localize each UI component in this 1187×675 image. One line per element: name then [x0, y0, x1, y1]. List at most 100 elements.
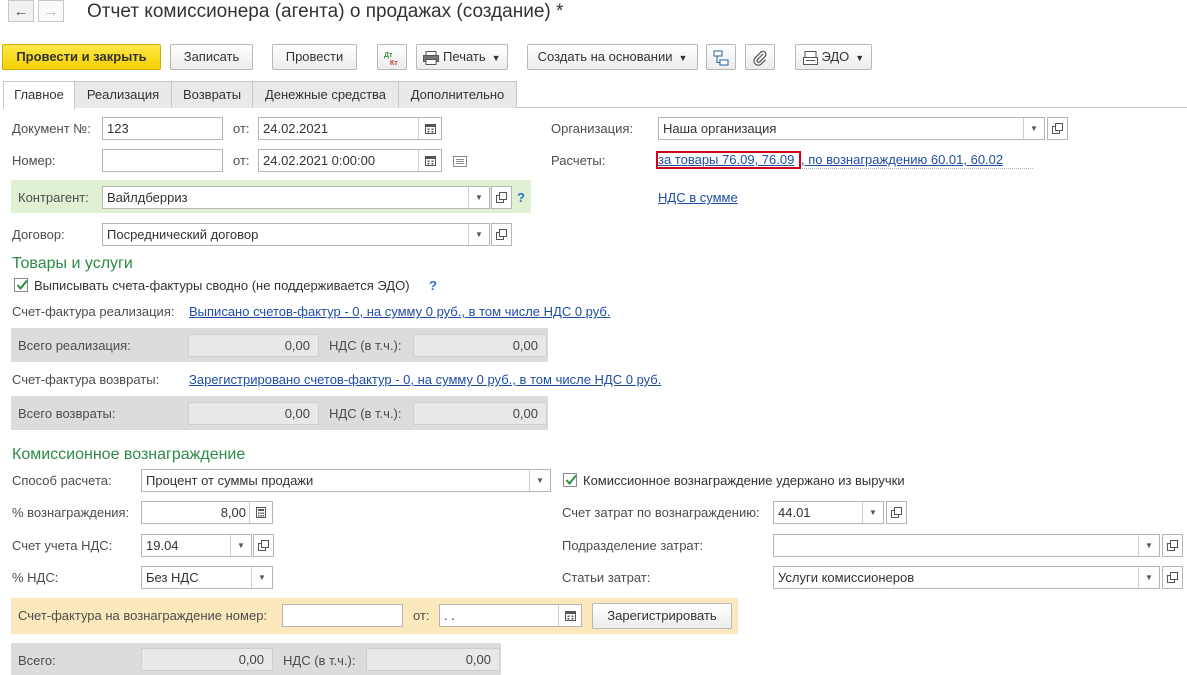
invoice-no-input[interactable]	[282, 604, 403, 627]
chevron-down-icon[interactable]: ▼	[862, 502, 883, 523]
goods-section-title: Товары и услуги	[12, 255, 133, 272]
chevron-down-icon: ▼	[678, 52, 688, 63]
consolidated-checkbox[interactable]	[14, 278, 28, 292]
returns-invoice-label: Счет-фактура возвраты:	[12, 372, 160, 387]
datetime-input[interactable]: 24.02.2021 0:00:00	[258, 149, 442, 172]
returns-invoice-link[interactable]: Зарегистрировано счетов-фактур - 0, на с…	[189, 372, 661, 388]
returns-vat-value: 0,00	[413, 402, 547, 425]
percent-input[interactable]: 8,00	[141, 501, 273, 524]
total-sales-label: Всего реализация:	[18, 338, 131, 353]
forward-arrow-icon[interactable]: →	[38, 0, 64, 22]
vat-account-label: Счет учета НДС:	[12, 538, 113, 553]
print-label: Печать	[443, 49, 486, 64]
counterparty-value: Вайлдберриз	[107, 190, 188, 205]
invoice-no-label: Счет-фактура на вознаграждение номер:	[18, 608, 268, 623]
sales-vat-label: НДС (в т.ч.):	[329, 338, 402, 353]
withheld-checkbox[interactable]	[563, 473, 577, 487]
open-icon[interactable]	[886, 501, 907, 524]
calculator-icon[interactable]	[249, 502, 272, 523]
sales-invoice-label: Счет-фактура реализация:	[12, 304, 175, 319]
edo-button[interactable]: ЭДО ▼	[795, 44, 872, 70]
percent-value: 8,00	[220, 505, 246, 520]
cost-items-select[interactable]: Услуги комиссионеров ▼	[773, 566, 1160, 589]
back-arrow-icon[interactable]: ←	[8, 0, 34, 22]
chevron-down-icon[interactable]: ▼	[1138, 567, 1159, 588]
save-button[interactable]: Записать	[170, 44, 253, 70]
structure-button[interactable]	[706, 44, 736, 70]
organization-select[interactable]: Наша организация ▼	[658, 117, 1045, 140]
vat-account-value: 19.04	[146, 538, 179, 553]
checkmark-icon	[16, 279, 28, 291]
svg-text:Кт: Кт	[390, 60, 398, 67]
contract-value: Посреднический договор	[107, 227, 259, 242]
edo-label: ЭДО	[821, 49, 850, 64]
attach-button[interactable]	[745, 44, 775, 70]
chevron-down-icon[interactable]: ▼	[1138, 535, 1159, 556]
contract-label: Договор:	[12, 227, 65, 242]
chevron-down-icon[interactable]: ▼	[468, 224, 489, 245]
cost-dept-select[interactable]: ▼	[773, 534, 1160, 557]
commission-section-title: Комиссионное вознаграждение	[12, 446, 246, 463]
open-icon[interactable]	[253, 534, 274, 557]
open-icon[interactable]	[1162, 566, 1183, 589]
vat-rate-select[interactable]: Без НДС ▼	[141, 566, 273, 589]
chevron-down-icon[interactable]: ▼	[529, 470, 550, 491]
post-and-close-button[interactable]: Провести и закрыть	[2, 44, 161, 70]
settlements-label: Расчеты:	[551, 153, 606, 168]
doc-no-label: Документ №:	[12, 121, 91, 136]
tab-returns[interactable]: Возвраты	[171, 81, 253, 108]
vat-in-amount-link[interactable]: НДС в сумме	[658, 190, 738, 206]
open-icon[interactable]	[1162, 534, 1183, 557]
open-icon[interactable]	[491, 186, 512, 209]
chevron-down-icon[interactable]: ▼	[230, 535, 251, 556]
consolidated-label: Выписывать счета-фактуры сводно (не подд…	[34, 278, 410, 293]
checkmark-icon	[565, 474, 577, 486]
calendar-icon[interactable]	[558, 605, 581, 626]
comment-icon[interactable]	[453, 155, 467, 170]
open-icon[interactable]	[1047, 117, 1068, 140]
total-vat-label: НДС (в т.ч.):	[283, 653, 356, 668]
number-input[interactable]	[102, 149, 223, 172]
print-button[interactable]: Печать ▼	[416, 44, 508, 70]
window-title: Отчет комиссионера (агента) о продажах (…	[87, 1, 564, 22]
chevron-down-icon[interactable]: ▼	[468, 187, 489, 208]
settlements-commission-link[interactable]: , по вознаграждению 60.01, 60.02	[801, 152, 1003, 168]
chevron-down-icon: ▼	[855, 52, 865, 63]
post-button[interactable]: Провести	[272, 44, 357, 70]
cost-items-value: Услуги комиссионеров	[778, 570, 915, 585]
returns-vat-label: НДС (в т.ч.):	[329, 406, 402, 421]
chevron-down-icon[interactable]: ▼	[251, 567, 272, 588]
total-returns-value: 0,00	[188, 402, 319, 425]
cost-account-select[interactable]: 44.01 ▼	[773, 501, 884, 524]
contract-select[interactable]: Посреднический договор ▼	[102, 223, 490, 246]
tab-additional[interactable]: Дополнительно	[398, 81, 517, 108]
method-select[interactable]: Процент от суммы продажи ▼	[141, 469, 551, 492]
total-label: Всего:	[18, 653, 56, 668]
counterparty-select[interactable]: Вайлдберриз ▼	[102, 186, 490, 209]
method-value: Процент от суммы продажи	[146, 473, 314, 488]
vat-account-select[interactable]: 19.04 ▼	[141, 534, 252, 557]
doc-date-input[interactable]: 24.02.2021	[258, 117, 442, 140]
dtkt-button[interactable]: Дт Кт	[377, 44, 407, 70]
calendar-icon[interactable]	[418, 150, 441, 171]
help-icon[interactable]: ?	[429, 278, 437, 293]
help-icon[interactable]: ?	[517, 190, 525, 205]
doc-date-value: 24.02.2021	[263, 121, 329, 136]
doc-no-input[interactable]: 123	[102, 117, 223, 140]
calendar-icon[interactable]	[418, 118, 441, 139]
invoice-date-input[interactable]: . .	[439, 604, 582, 627]
vat-rate-value: Без НДС	[146, 570, 199, 585]
tab-sales[interactable]: Реализация	[74, 81, 172, 108]
register-button[interactable]: Зарегистрировать	[592, 603, 732, 629]
chevron-down-icon[interactable]: ▼	[1023, 118, 1044, 139]
create-based-on-button[interactable]: Создать на основании ▼	[527, 44, 698, 70]
invoice-from-label: от:	[413, 608, 430, 623]
tab-money[interactable]: Денежные средства	[252, 81, 399, 108]
tab-main[interactable]: Главное	[3, 81, 75, 109]
paperclip-icon	[753, 50, 767, 66]
cost-account-value: 44.01	[778, 505, 811, 520]
hierarchy-icon	[713, 50, 729, 66]
sales-invoice-link[interactable]: Выписано счетов-фактур - 0, на сумму 0 р…	[189, 304, 610, 320]
open-icon[interactable]	[491, 223, 512, 246]
total-value: 0,00	[141, 648, 273, 671]
